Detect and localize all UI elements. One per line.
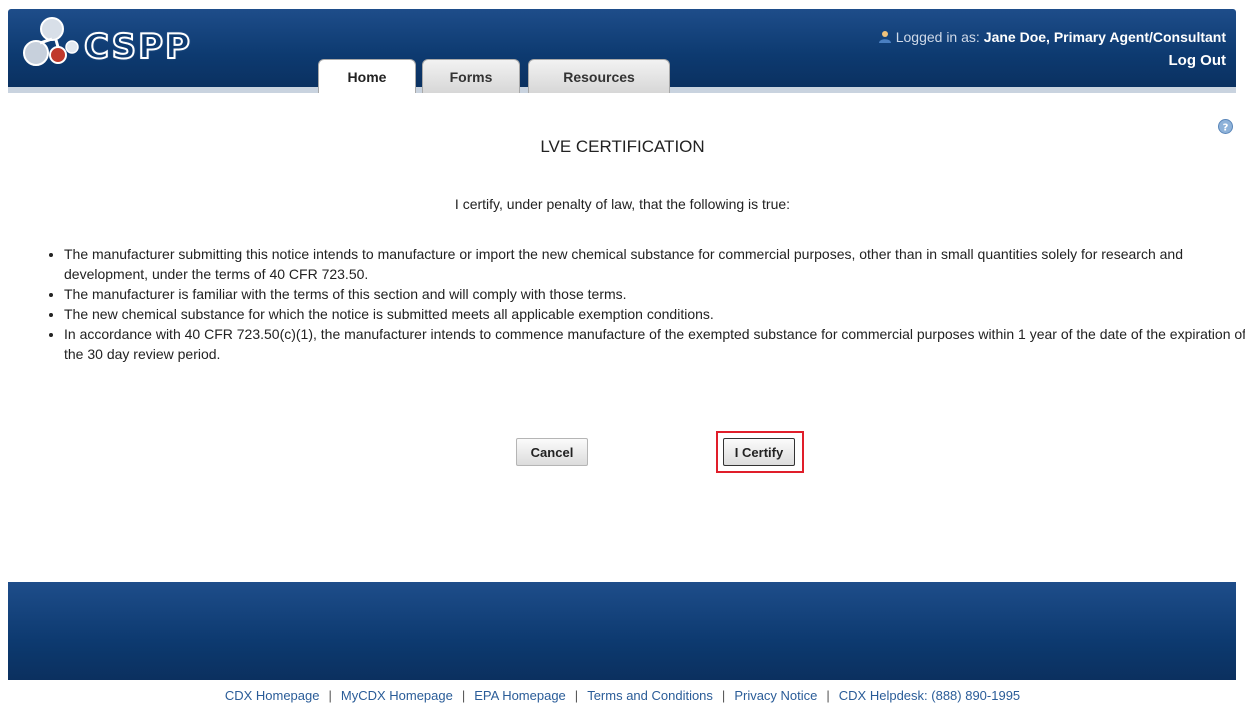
privacy-notice-link[interactable]: Privacy Notice [734,688,817,703]
certify-button[interactable]: I Certify [723,438,795,466]
footer-separator: | [721,688,726,703]
header-bar: CSPP Home Forms Resources Logged in as: … [8,9,1236,93]
page-title: LVE CERTIFICATION [540,137,705,156]
logout-link[interactable]: Log Out [878,52,1226,69]
user-info: Logged in as: Jane Doe, Primary Agent/Co… [878,29,1226,69]
list-item: The manufacturer is familiar with the te… [64,284,1245,304]
footer-separator: | [574,688,579,703]
help-icon[interactable]: ? [1218,119,1233,134]
tab-home[interactable]: Home [318,59,416,93]
mycdx-homepage-link[interactable]: MyCDX Homepage [341,688,453,703]
tab-resources[interactable]: Resources [528,59,670,93]
cspp-logo[interactable]: CSPP [22,15,222,71]
molecule-logo-icon [23,17,79,66]
footer-band [8,582,1236,680]
list-item: The new chemical substance for which the… [64,304,1245,324]
certification-list: The manufacturer submitting this notice … [22,244,1245,364]
certify-intro: I certify, under penalty of law, that th… [454,196,791,212]
tab-forms[interactable]: Forms [422,59,520,93]
footer-separator: | [826,688,830,703]
list-item: The manufacturer submitting this notice … [64,244,1245,284]
cdx-homepage-link[interactable]: CDX Homepage [225,688,320,703]
logged-in-label: Logged in as: [895,29,980,45]
footer-separator: | [461,688,466,703]
terms-link[interactable]: Terms and Conditions [587,688,713,703]
cancel-button[interactable]: Cancel [516,438,588,466]
svg-text:?: ? [1223,123,1229,134]
action-buttons: Cancel I Certify [0,431,1245,473]
user-icon [878,31,891,43]
epa-homepage-link[interactable]: EPA Homepage [474,688,566,703]
footer-separator: | [328,688,332,703]
cdx-helpdesk-link[interactable]: CDX Helpdesk: (888) 890-1995 [839,688,1020,703]
user-name: Jane Doe, Primary Agent/Consultant [983,29,1226,45]
logo-text: CSPP [83,26,192,68]
footer-links: CDX Homepage | MyCDX Homepage | EPA Homepage… [0,688,1245,703]
list-item: In accordance with 40 CFR 723.50(c)(1), … [64,324,1245,364]
